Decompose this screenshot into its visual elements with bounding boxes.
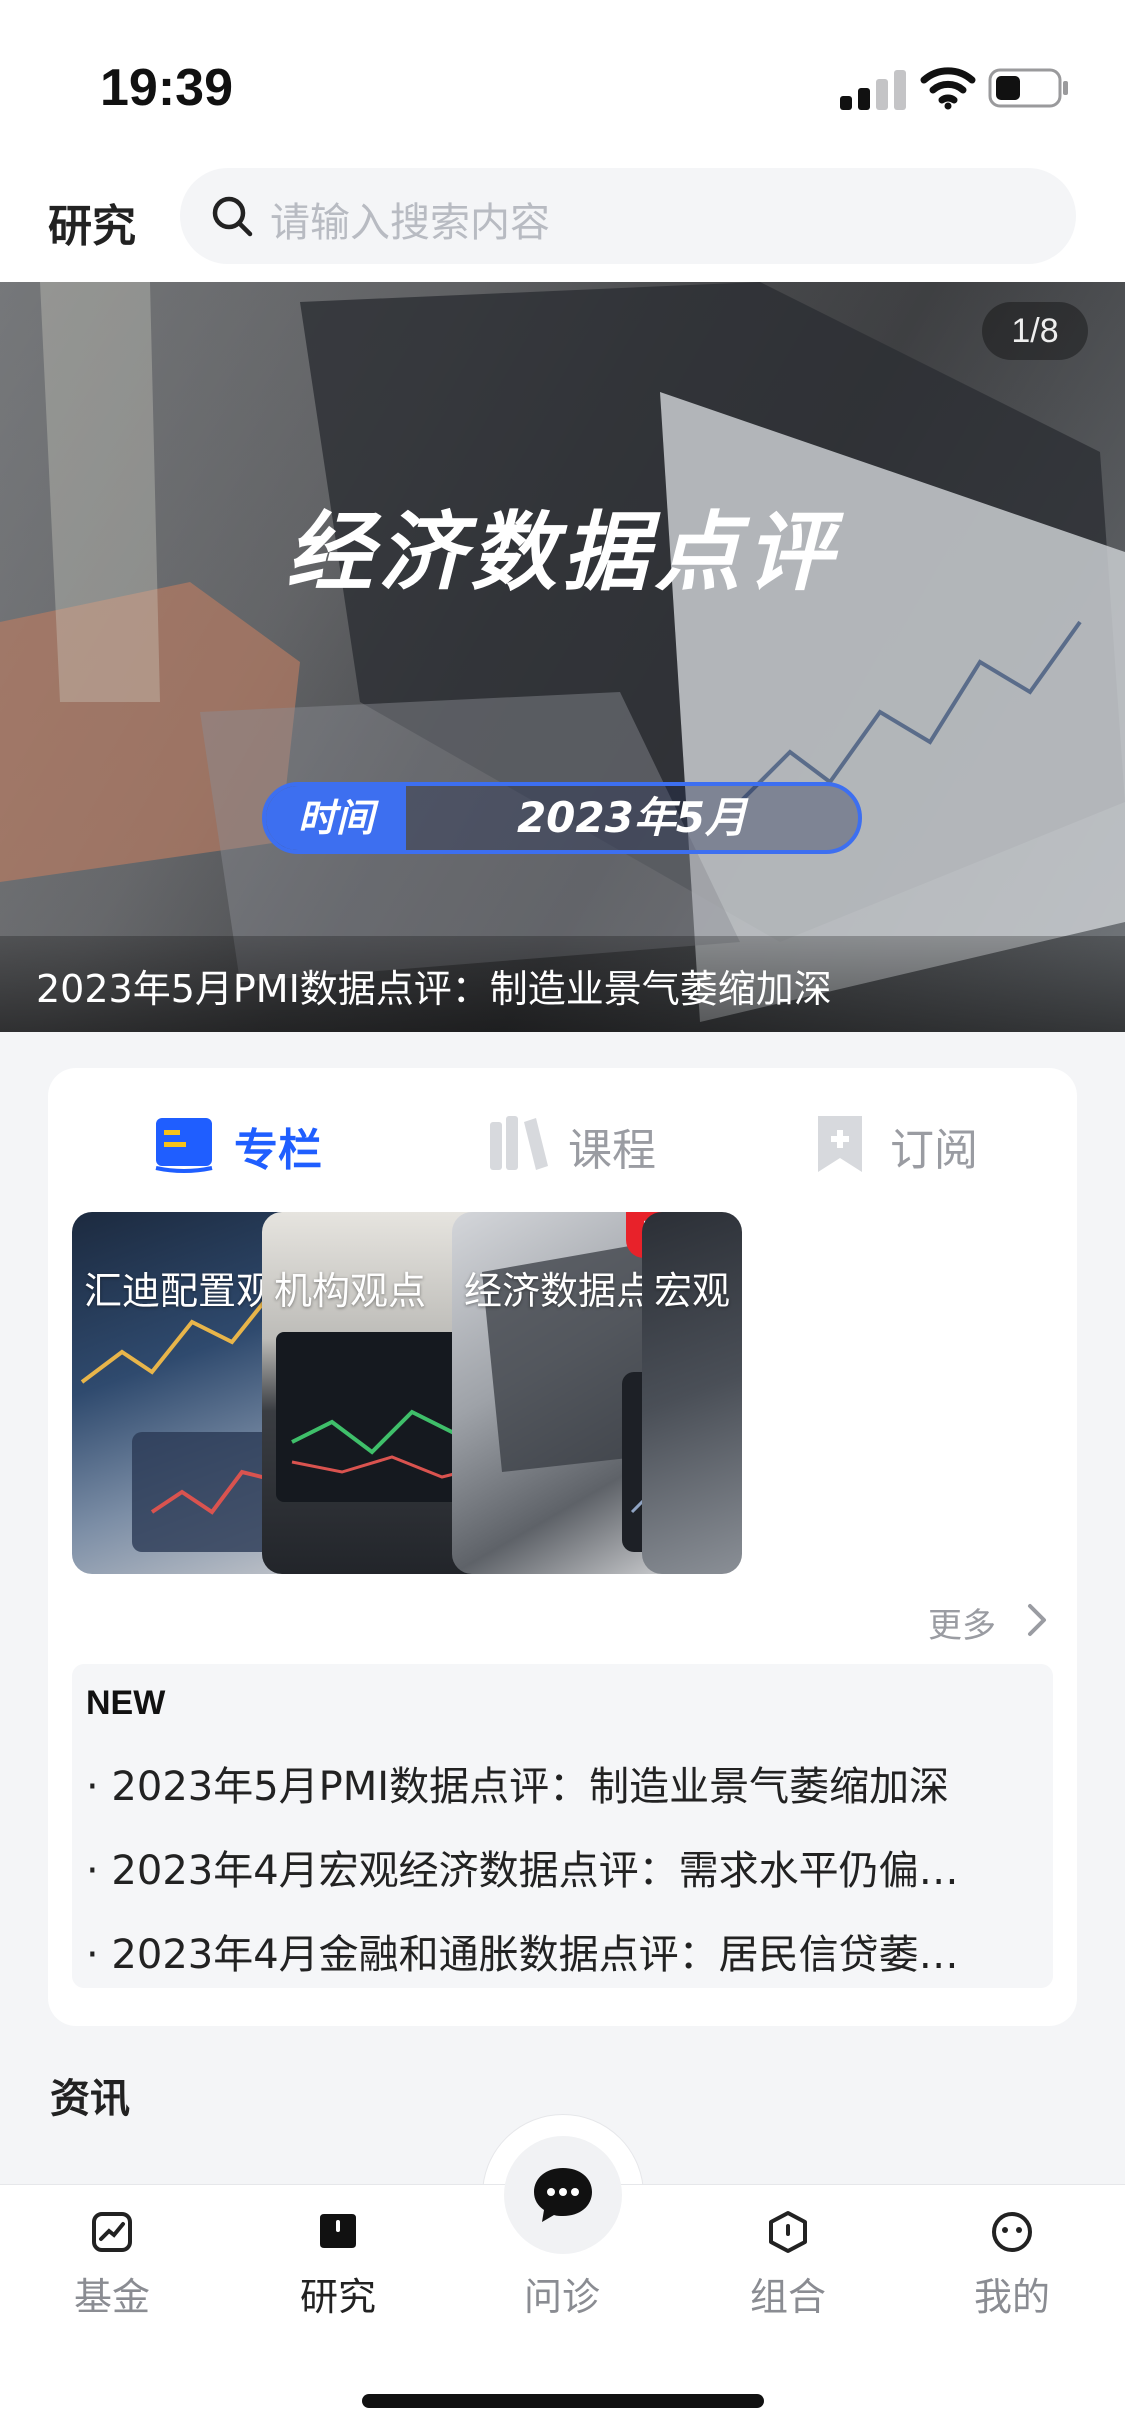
tab-course[interactable]: 课程 — [486, 1104, 686, 1184]
page-title: 研究 — [48, 201, 136, 252]
top-header: 研究 请输入搜索内容 — [0, 168, 1125, 282]
bookmark-icon — [818, 1116, 862, 1172]
tabbar-label: 研究 — [299, 2275, 376, 2319]
tab-label: 课程 — [568, 1125, 656, 1176]
tabbar-item-mine[interactable]: 我的 — [932, 2210, 1092, 2320]
chart-icon — [92, 2212, 132, 2252]
book-icon — [320, 2214, 356, 2248]
face-icon — [992, 2212, 1032, 2252]
new-articles-list: NEW · 2023年5月PMI数据点评：制造业景气萎缩加深 · 2023年4月… — [72, 1664, 1053, 1988]
banner-carousel[interactable]: 经济数据点评 时间 2023年5月 1/8 2023年5月PMI数据点评：制造业… — [0, 282, 1125, 1032]
news-item[interactable]: · 2023年4月宏观经济数据点评：需求水平仍偏… — [86, 1838, 1006, 1896]
research-card: 专栏 课程 订阅 汇迪配置观点 机构观点 经济数据点评 宏观 更多 NEW · … — [48, 1068, 1077, 2026]
tabbar-item-research[interactable]: 研究 — [258, 2210, 418, 2320]
banner-date-pill: 时间 2023年5月 — [262, 782, 862, 854]
wifi-icon — [920, 67, 976, 110]
status-bar: 19:39 — [0, 0, 1125, 168]
section-title-news: 资讯 — [50, 2076, 130, 2122]
tab-label: 订阅 — [890, 1125, 978, 1176]
new-tag: NEW — [86, 1684, 166, 1722]
news-item[interactable]: · 2023年4月金融和通胀数据点评：居民信贷萎… — [86, 1922, 1006, 1980]
battery-icon — [988, 68, 1068, 108]
banner-pill-label: 时间 — [266, 786, 406, 850]
banner-laptop-image — [0, 282, 1125, 1022]
tabbar-label: 组合 — [749, 2275, 826, 2319]
status-time: 19:39 — [100, 59, 233, 117]
banner-headline: 经济数据点评 — [286, 503, 839, 603]
more-label: 更多 — [928, 1606, 996, 1646]
column-card-title: 机构观点 — [274, 1269, 427, 1313]
column-thumbnails: 汇迪配置观点 机构观点 经济数据点评 更新 宏观 — [72, 1212, 1053, 1574]
banner-page-counter: 1/8 — [982, 302, 1088, 360]
tab-column[interactable]: 专栏 — [152, 1104, 352, 1184]
search-placeholder: 请输入搜索内容 — [270, 200, 550, 246]
hexagon-icon — [769, 2211, 807, 2253]
search-input[interactable]: 请输入搜索内容 — [180, 168, 1076, 264]
tabbar-item-portfolio[interactable]: 组合 — [708, 2210, 868, 2320]
home-indicator — [362, 2394, 764, 2408]
books-icon — [490, 1116, 548, 1170]
tabbar-item-fund[interactable]: 基金 — [32, 2210, 192, 2320]
search-icon — [212, 196, 253, 237]
banner-pill-value: 2023年5月 — [516, 793, 748, 842]
chat-bubble-icon — [534, 2168, 592, 2222]
tabbar-label: 我的 — [973, 2275, 1050, 2319]
tabbar-label-consult[interactable]: 问诊 — [482, 2266, 642, 2321]
banner-caption[interactable]: 2023年5月PMI数据点评：制造业景气萎缩加深 — [36, 958, 832, 1013]
news-item[interactable]: · 2023年5月PMI数据点评：制造业景气萎缩加深 — [86, 1754, 1006, 1812]
chevron-right-icon — [1028, 1604, 1046, 1636]
tab-subscribe[interactable]: 订阅 — [808, 1104, 1008, 1184]
column-book-icon — [155, 1118, 213, 1173]
tab-label: 专栏 — [234, 1125, 322, 1176]
cellular-signal-icon — [840, 70, 906, 110]
column-card[interactable]: 宏观 — [642, 1212, 742, 1574]
column-card-title: 宏观 — [654, 1269, 731, 1313]
tabbar-label: 基金 — [73, 2275, 150, 2319]
